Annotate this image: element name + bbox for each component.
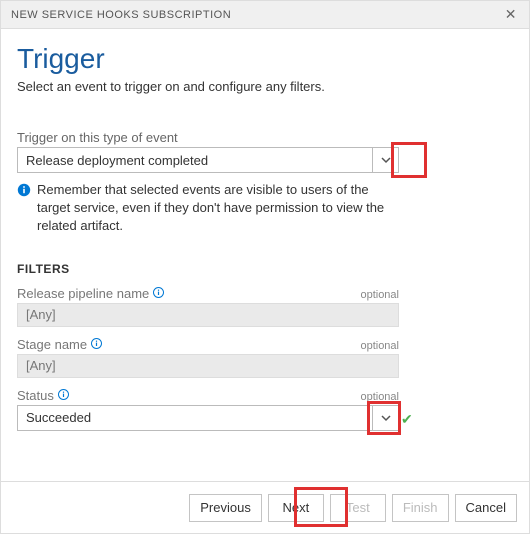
filter-pipeline-label: Release pipeline name [17,286,149,301]
finish-button: Finish [392,494,449,522]
chevron-down-icon[interactable] [373,405,399,431]
event-type-select[interactable]: Release deployment completed [17,147,399,173]
filter-status-label: Status [17,388,54,403]
page-heading: Trigger [17,43,513,75]
dialog-footer: Previous Next Test Finish Cancel [1,481,529,533]
optional-tag: optional [360,289,399,301]
previous-button[interactable]: Previous [189,494,262,522]
filters-heading: FILTERS [17,262,513,276]
info-icon[interactable] [153,286,164,301]
filter-status-select[interactable]: Succeeded [17,405,399,431]
filter-pipeline: Release pipeline name optional [Any] [17,286,399,327]
filter-stage-value[interactable]: [Any] [17,354,399,378]
dialog-title: NEW SERVICE HOOKS SUBSCRIPTION [11,9,231,21]
info-icon[interactable] [91,337,102,352]
page-subtitle: Select an event to trigger on and config… [17,79,513,94]
info-icon[interactable] [58,388,69,403]
event-type-label: Trigger on this type of event [17,130,513,145]
filter-status-value: Succeeded [17,405,373,431]
cancel-button[interactable]: Cancel [455,494,517,522]
check-icon: ✔ [401,411,413,428]
chevron-down-icon[interactable] [373,147,399,173]
event-type-value: Release deployment completed [17,147,373,173]
filter-stage-label: Stage name [17,337,87,352]
dialog-content: Trigger Select an event to trigger on an… [1,29,529,431]
close-icon[interactable]: ✕ [501,6,521,23]
filter-status: Status optional Succeeded ✔ [17,388,399,431]
info-message: Remember that selected events are visibl… [17,181,399,236]
info-icon [17,183,31,197]
test-button: Test [330,494,386,522]
info-text: Remember that selected events are visibl… [37,181,399,236]
filter-pipeline-value[interactable]: [Any] [17,303,399,327]
optional-tag: optional [360,340,399,352]
filter-stage: Stage name optional [Any] [17,337,399,378]
next-button[interactable]: Next [268,494,324,522]
optional-tag: optional [360,391,399,403]
titlebar: NEW SERVICE HOOKS SUBSCRIPTION ✕ [1,1,529,29]
